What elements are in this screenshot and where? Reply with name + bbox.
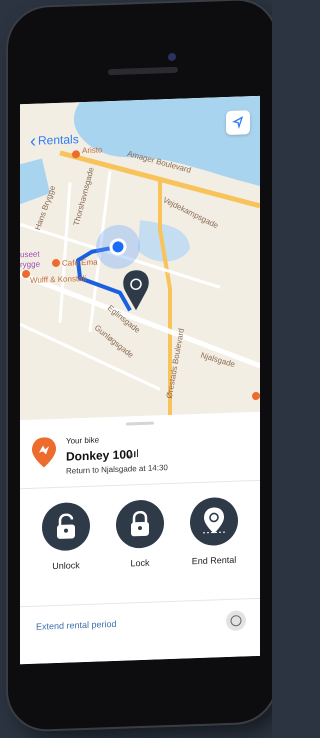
app-screen: ‹ Rentals Aristo Amager Boulevard Hans B…	[20, 95, 260, 665]
poi-cafe-icon	[52, 259, 60, 268]
location-arrow-icon	[232, 116, 244, 129]
locate-button[interactable]	[226, 110, 250, 136]
end-rental-label: End Rental	[191, 554, 237, 567]
unlock-action[interactable]: Unlock	[36, 501, 96, 572]
end-rental-action[interactable]: End Rental	[184, 496, 244, 566]
map-label-cafe: Cafe Ema	[62, 257, 98, 268]
back-button[interactable]: ‹ Rentals	[30, 130, 79, 151]
map-label-brygge: rygge	[20, 259, 41, 270]
sheet-handle[interactable]	[126, 421, 154, 426]
divider-top	[20, 479, 260, 490]
unlocked-padlock-icon	[57, 513, 75, 539]
map-label-museet: useet	[20, 249, 40, 260]
poi-corner-icon	[252, 392, 260, 401]
chevron-left-icon: ‹	[30, 130, 36, 151]
unlock-button[interactable]	[42, 501, 90, 552]
signal-strength-icon	[128, 449, 138, 458]
support-icon	[230, 615, 242, 627]
user-location-dot	[109, 238, 127, 256]
minor-road-2	[58, 182, 72, 323]
your-bike-label: Your bike	[66, 435, 100, 446]
pin-return-icon	[203, 507, 225, 534]
phone-frame: ‹ Rentals Aristo Amager Boulevard Hans B…	[8, 0, 272, 731]
help-button[interactable]	[226, 610, 246, 632]
extend-rental-link[interactable]: Extend rental period	[36, 619, 117, 632]
stage: ‹ Rentals Aristo Amager Boulevard Hans B…	[0, 0, 272, 738]
map-view[interactable]: ‹ Rentals Aristo Amager Boulevard Hans B…	[20, 95, 260, 421]
back-label: Rentals	[38, 132, 79, 148]
front-camera	[168, 52, 176, 62]
padlock-icon	[131, 510, 149, 537]
unlock-label: Unlock	[52, 560, 80, 572]
divider-bottom	[20, 597, 260, 608]
end-rental-button[interactable]	[190, 496, 238, 547]
lock-action[interactable]: Lock	[110, 499, 170, 569]
map-label-aristo: Aristo	[82, 145, 103, 156]
lock-button[interactable]	[116, 499, 164, 549]
return-info: Return to Njalsgade at 14:30	[66, 463, 168, 476]
brand-logo-icon	[32, 437, 56, 468]
earpiece-speaker	[108, 66, 178, 76]
bike-name: Donkey 100	[66, 447, 133, 464]
rental-sheet: Your bike Donkey 100 Return to Njalsgade…	[20, 411, 260, 665]
lock-label: Lock	[130, 557, 150, 569]
